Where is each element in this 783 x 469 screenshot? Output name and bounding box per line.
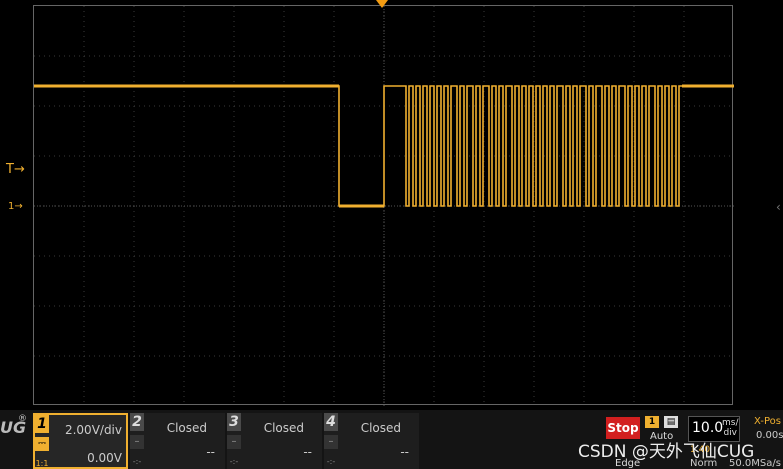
channel-offset: -- [303,445,312,459]
dc-coupling-icon: ⎓ [35,437,49,451]
channel-scale: Closed [263,421,304,435]
timebase-value: 10.0 [692,420,724,436]
channel-number: 1 [35,415,49,433]
channel-scale: 2.00V/div [64,423,122,437]
coupling-icon: – [324,435,338,449]
probe-ratio: -:- [326,457,336,466]
channel-number: 4 [324,413,338,431]
watermark-text: CSDN @天外飞仙CUG [578,442,755,462]
coupling-icon: – [227,435,241,449]
channel-4-panel[interactable]: 4 – -:- Closed -- [324,413,419,469]
timebase-unit: ms/div [722,418,739,438]
ch1-ground-arrow-icon: → [14,201,23,212]
channel-number: 3 [227,413,241,431]
trigger-level-arrow-icon: → [13,162,25,177]
coupling-icon: – [130,435,144,449]
channel-scale: Closed [360,421,401,435]
run-stop-button[interactable]: Stop [606,417,640,439]
trigger-edge-icon: ▤ [664,416,678,428]
x-position-label: X-Pos [754,416,781,427]
oscilloscope-screen: T→ 1→ ‹ UG ® 1 ⎓ 1:1 2.00V/div 0.00V 2 –… [0,0,783,469]
probe-ratio: -:- [132,457,142,466]
channel-offset: -- [206,445,215,459]
registered-mark: ® [18,414,27,424]
channel-2-panel[interactable]: 2 – -:- Closed -- [130,413,225,469]
channel-3-panel[interactable]: 3 – -:- Closed -- [227,413,322,469]
channel-1-panel[interactable]: 1 ⎓ 1:1 2.00V/div 0.00V [33,413,128,469]
channel-offset: -- [400,445,409,459]
channel-number: 2 [130,413,144,431]
channel-scale: Closed [166,421,207,435]
ch1-ground-marker[interactable]: 1→ [8,201,23,212]
expand-panel-chevron-icon[interactable]: ‹ [776,200,781,214]
channel-offset: 0.00V [87,451,122,465]
probe-ratio: -:- [229,457,239,466]
trigger-level-marker[interactable]: T→ [6,162,25,177]
ch1-waveform-trace [34,85,734,207]
graticule [34,6,734,406]
trigger-level-label: T [6,162,14,177]
probe-ratio: 1:1 [35,459,49,468]
waveform-display[interactable] [33,5,734,406]
trigger-position-marker[interactable] [376,0,388,8]
timebase-unit-top: ms/ [722,418,739,428]
trigger-source-badge[interactable]: 1 [645,416,659,428]
x-position-value[interactable]: 0.00s [756,430,783,441]
